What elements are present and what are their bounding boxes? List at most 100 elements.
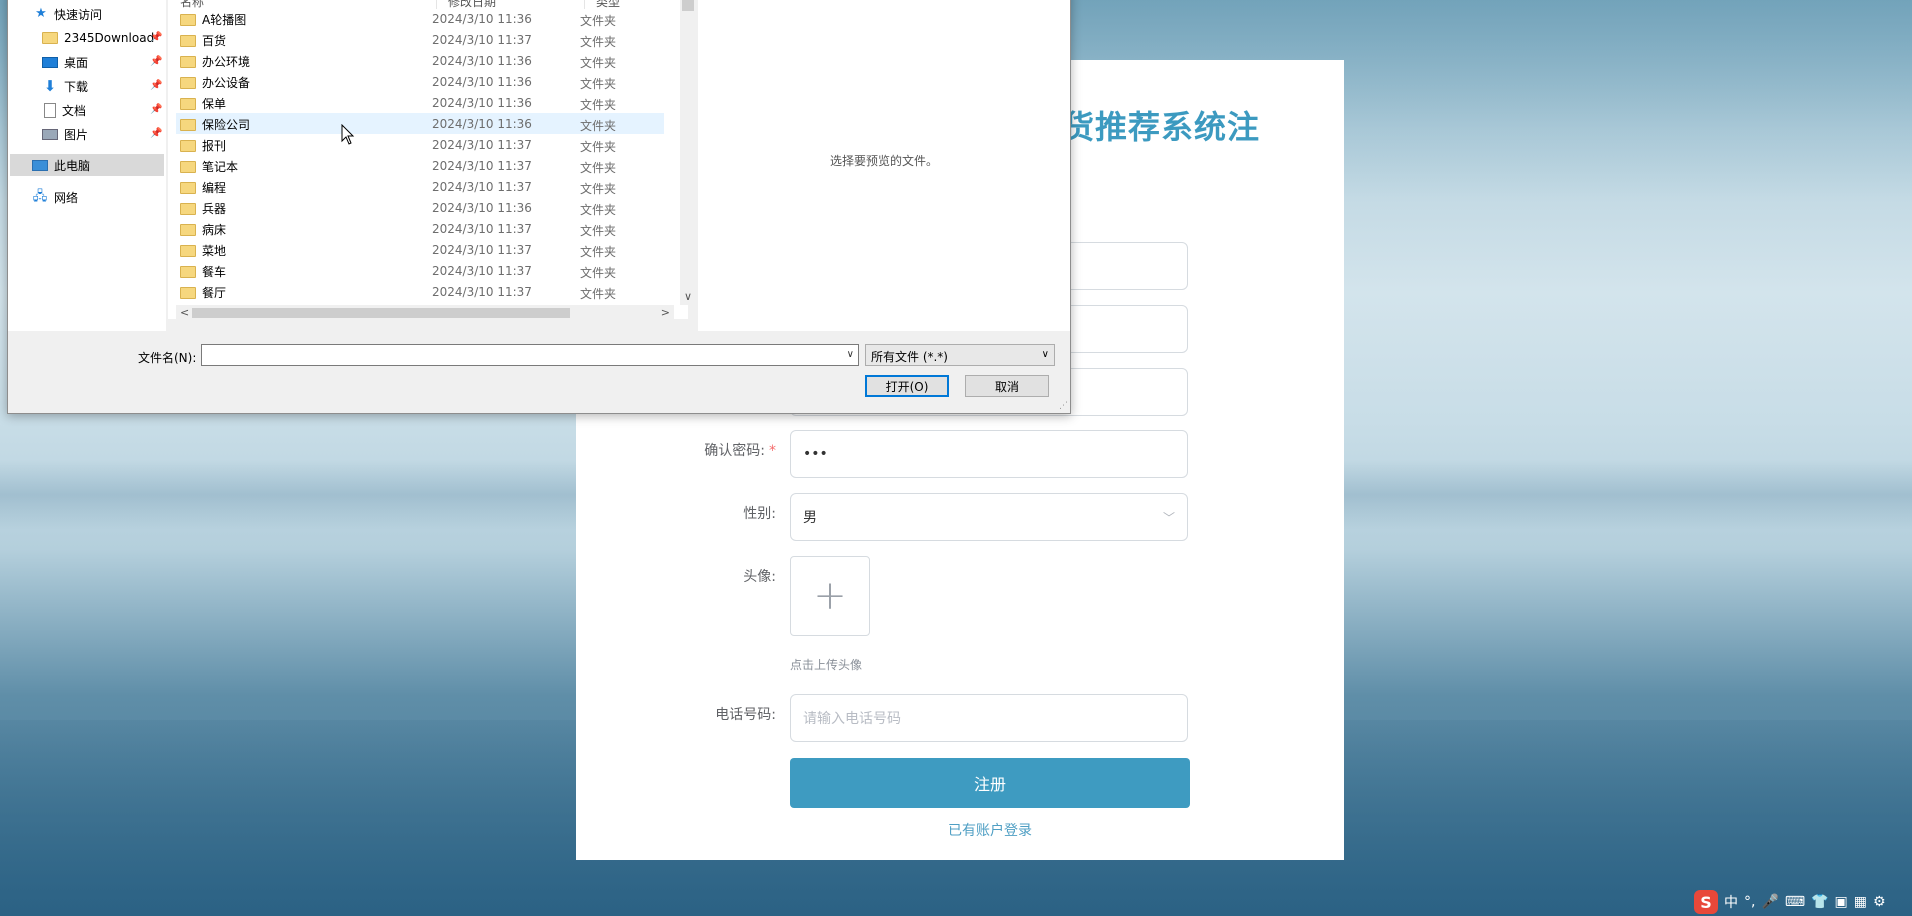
file-type: 文件夹 [580, 161, 617, 175]
file-type: 文件夹 [580, 77, 617, 91]
folder-icon [180, 244, 196, 257]
pin-icon: 📌 [150, 32, 163, 43]
file-type: 文件夹 [580, 203, 617, 217]
page-title: 货推荐系统注 [1062, 108, 1261, 146]
folder-icon [180, 160, 196, 173]
file-name: 办公环境 [202, 55, 251, 69]
file-type: 文件夹 [580, 98, 617, 112]
file-row[interactable]: 菜地 2024/3/10 11:37 文件夹 [176, 239, 664, 260]
vertical-scrollbar[interactable]: ∨ [680, 0, 696, 305]
scroll-right-icon[interactable]: > [661, 306, 670, 319]
folder-icon [180, 181, 196, 194]
scrollbar-thumb[interactable] [192, 308, 570, 318]
file-row[interactable]: 餐厅 2024/3/10 11:37 文件夹 [176, 281, 664, 302]
pictures-icon [42, 128, 58, 140]
system-tray: S 中 °, 🎤 ⌨ 👕 ▣ ▦ ⚙ [1694, 890, 1886, 914]
file-name: 保单 [202, 97, 227, 111]
file-name: A轮播图 [202, 13, 247, 27]
pin-icon: 📌 [150, 56, 163, 67]
nav-item-documents[interactable]: 文档 [44, 99, 86, 121]
file-row[interactable]: 办公设备 2024/3/10 11:36 文件夹 [176, 71, 664, 92]
login-link[interactable]: 已有账户登录 [790, 820, 1190, 840]
gender-select[interactable]: 男 ﹀ [790, 493, 1188, 541]
folder-icon [180, 13, 196, 26]
filename-input[interactable]: ∨ [201, 344, 859, 366]
file-list: 名称 修改日期 类型 A轮播图 2024/3/10 11:36 文件夹 百货 2024/… [168, 0, 688, 319]
file-row[interactable]: 餐车 2024/3/10 11:37 文件夹 [176, 260, 664, 281]
file-type: 文件夹 [580, 266, 617, 280]
toolbox-icon[interactable]: ▣ [1835, 894, 1848, 910]
sogou-ime-icon[interactable]: S [1694, 890, 1718, 914]
phone-label: 电话号码: [715, 707, 776, 723]
pin-icon: 📌 [150, 80, 163, 91]
gender-label: 性别: [743, 506, 776, 522]
folder-icon [180, 34, 196, 47]
file-row[interactable]: 保险公司 2024/3/10 11:36 文件夹 [176, 113, 664, 134]
mouse-cursor-icon [341, 124, 355, 145]
nav-item-downloads[interactable]: ⬇ 下载 [42, 75, 88, 97]
nav-item-this-pc[interactable]: 此电脑 [10, 154, 164, 176]
file-type: 文件夹 [580, 224, 617, 238]
file-row[interactable]: 笔记本 2024/3/10 11:37 文件夹 [176, 155, 664, 176]
nav-item-2345download[interactable]: 2345Download [42, 27, 154, 49]
phone-input[interactable]: 请输入电话号码 [790, 694, 1188, 742]
file-date: 2024/3/10 11:37 [432, 285, 532, 299]
horizontal-scrollbar[interactable]: < > [176, 305, 674, 321]
punctuation-toggle[interactable]: °, [1744, 894, 1755, 910]
scrollbar-thumb[interactable] [682, 0, 694, 11]
file-row[interactable]: 编程 2024/3/10 11:37 文件夹 [176, 176, 664, 197]
file-type: 文件夹 [580, 14, 617, 28]
preview-text: 选择要预览的文件。 [829, 154, 938, 168]
nav-pane: ★ 快速访问 2345Download 📌 桌面 📌 ⬇ 下载 📌 文档 📌 图… [8, 0, 166, 331]
pin-icon: 📌 [150, 104, 163, 115]
folder-icon [180, 139, 196, 152]
computer-icon [32, 159, 48, 171]
file-date: 2024/3/10 11:36 [432, 75, 532, 89]
file-type: 文件夹 [580, 140, 617, 154]
open-button[interactable]: 打开(O) [865, 375, 949, 397]
register-button[interactable]: 注册 [790, 758, 1190, 808]
scroll-left-icon[interactable]: < [180, 306, 189, 319]
file-type: 文件夹 [580, 245, 617, 259]
confirm-password-input[interactable]: ••• [790, 430, 1188, 478]
file-row[interactable]: A轮播图 2024/3/10 11:36 文件夹 [176, 8, 664, 29]
file-row[interactable]: 保单 2024/3/10 11:36 文件夹 [176, 92, 664, 113]
confirm-password-label: 确认密码: * [704, 443, 776, 459]
resize-grip-icon[interactable]: ⋰ [1059, 401, 1068, 411]
folder-icon [180, 76, 196, 89]
folder-icon [180, 118, 196, 131]
file-row[interactable]: 办公环境 2024/3/10 11:36 文件夹 [176, 50, 664, 71]
cancel-button[interactable]: 取消 [965, 375, 1049, 397]
settings-icon[interactable]: ⚙ [1873, 894, 1886, 910]
folder-icon [180, 223, 196, 236]
file-date: 2024/3/10 11:36 [432, 117, 532, 131]
nav-item-desktop[interactable]: 桌面 [42, 51, 88, 73]
file-type: 文件夹 [580, 287, 617, 301]
star-icon: ★ [35, 6, 47, 21]
file-name: 兵器 [202, 202, 227, 216]
filetype-select[interactable]: 所有文件 (*.*) ∨ [865, 344, 1055, 366]
nav-item-network[interactable]: 🖧 网络 [32, 186, 78, 208]
file-row[interactable]: 报刊 2024/3/10 11:37 文件夹 [176, 134, 664, 155]
ime-mode-toggle[interactable]: 中 [1724, 892, 1738, 912]
file-row[interactable]: 兵器 2024/3/10 11:36 文件夹 [176, 197, 664, 218]
nav-quick-access[interactable]: ★ 快速访问 [34, 3, 102, 25]
file-row[interactable]: 百货 2024/3/10 11:37 文件夹 [176, 29, 664, 50]
file-date: 2024/3/10 11:37 [432, 33, 532, 47]
nav-item-pictures[interactable]: 图片 [42, 123, 88, 145]
file-name: 保险公司 [202, 118, 251, 132]
desktop-icon [42, 56, 58, 68]
avatar-upload-button[interactable]: + [790, 556, 870, 636]
scroll-down-icon[interactable]: ∨ [682, 290, 694, 303]
avatar-label: 头像: [743, 569, 776, 585]
file-date: 2024/3/10 11:37 [432, 159, 532, 173]
keyboard-icon[interactable]: ⌨ [1785, 894, 1805, 910]
file-date: 2024/3/10 11:37 [432, 180, 532, 194]
folder-icon [180, 55, 196, 68]
file-row[interactable]: 病床 2024/3/10 11:37 文件夹 [176, 218, 664, 239]
microphone-icon[interactable]: 🎤 [1761, 894, 1778, 910]
skin-icon[interactable]: 👕 [1811, 894, 1828, 910]
grid-icon[interactable]: ▦ [1854, 894, 1867, 910]
chevron-down-icon[interactable]: ∨ [847, 349, 854, 360]
folder-icon [180, 202, 196, 215]
